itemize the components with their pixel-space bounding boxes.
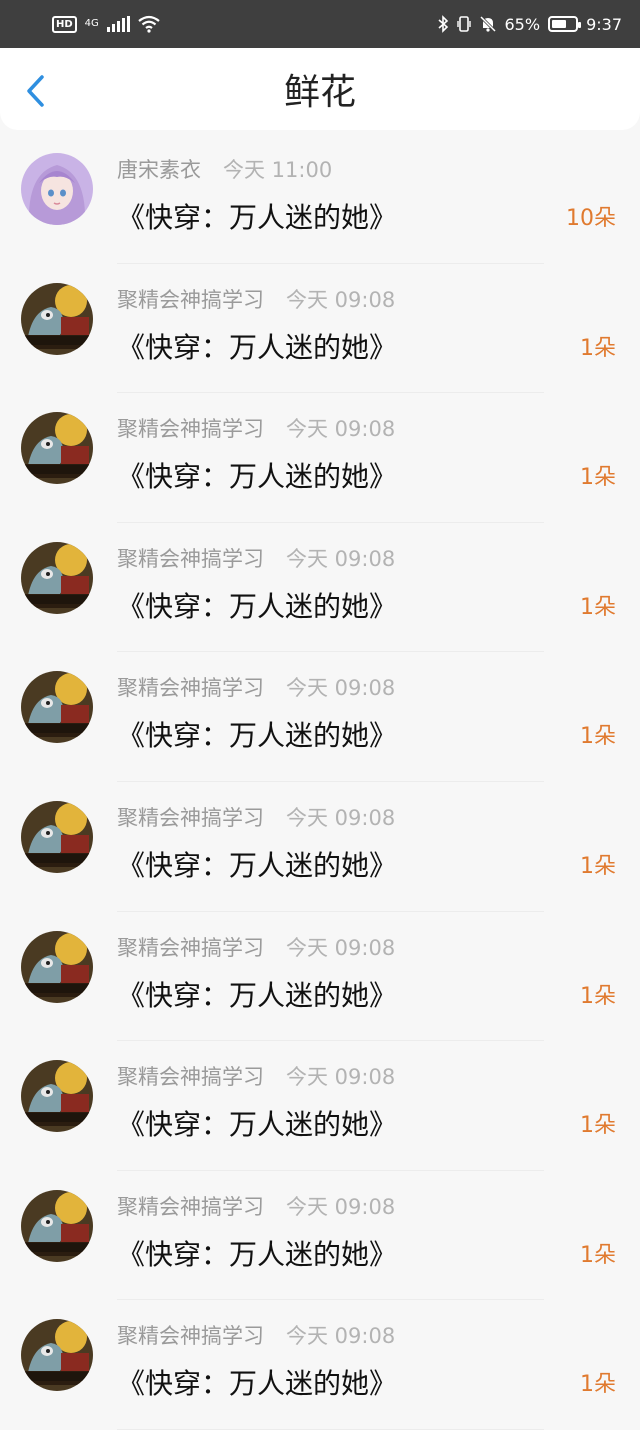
user-line: 聚精会神搞学习 今天 09:08 [117, 672, 395, 702]
clock: 9:37 [586, 14, 622, 34]
hd-badge: HD [52, 15, 77, 33]
user-line: 聚精会神搞学习 今天 09:08 [117, 413, 395, 443]
timestamp: 今天 09:08 [286, 546, 396, 571]
timestamp: 今天 09:08 [286, 287, 396, 312]
timestamp: 今天 09:08 [286, 805, 396, 830]
flower-count: 1朵 [580, 1372, 616, 1398]
timestamp: 今天 09:08 [286, 1065, 396, 1090]
list-item[interactable]: 聚精会神搞学习 今天 09:08 《快穿：万人迷的她》 1朵 [0, 911, 640, 1042]
user-line: 聚精会神搞学习 今天 09:08 [117, 1320, 395, 1350]
flower-count: 1朵 [580, 983, 616, 1009]
avatar[interactable] [21, 153, 93, 225]
timestamp: 今天 09:08 [286, 1194, 396, 1219]
chevron-left-icon [27, 75, 44, 107]
user-name: 聚精会神搞学习 [117, 417, 264, 442]
network-type: 4G [84, 18, 99, 29]
user-line: 聚精会神搞学习 今天 09:08 [117, 543, 395, 573]
list-item[interactable]: 聚精会神搞学习 今天 09:08 《快穿：万人迷的她》 1朵 [0, 522, 640, 653]
user-name: 聚精会神搞学习 [117, 287, 264, 312]
timestamp: 今天 09:08 [286, 676, 396, 701]
user-name: 聚精会神搞学习 [117, 1324, 264, 1349]
top-nav-bar: 鲜花 [0, 48, 640, 130]
list-item[interactable]: 聚精会神搞学习 今天 09:08 《快穿：万人迷的她》 1朵 [0, 652, 640, 782]
user-line: 唐宋素衣 今天 11:00 [117, 154, 332, 184]
user-name: 聚精会神搞学习 [117, 676, 264, 701]
vibrate-icon [456, 16, 471, 32]
flower-count: 1朵 [580, 1242, 616, 1268]
user-name: 聚精会神搞学习 [117, 935, 264, 960]
signal-icon [106, 16, 130, 32]
avatar[interactable] [21, 1189, 93, 1262]
flower-count: 1朵 [580, 724, 616, 750]
avatar[interactable] [21, 541, 93, 614]
flower-count: 10朵 [566, 206, 616, 231]
timestamp: 今天 09:08 [286, 417, 396, 442]
status-bar: HD 4G 65% 9:37 [0, 0, 640, 48]
avatar[interactable] [21, 1319, 93, 1392]
list-item[interactable]: 聚精会神搞学习 今天 09:08 《快穿：万人迷的她》 1朵 [0, 781, 640, 912]
user-line: 聚精会神搞学习 今天 09:08 [117, 932, 395, 962]
user-name: 聚精会神搞学习 [117, 1194, 264, 1219]
page-title: 鲜花 [283, 72, 356, 113]
book-title[interactable]: 《快穿：万人迷的她》 [117, 974, 397, 1014]
flower-count: 1朵 [580, 594, 616, 620]
user-name: 聚精会神搞学习 [117, 805, 264, 830]
network-indicator: 4G [85, 19, 99, 29]
battery-icon [548, 16, 582, 32]
book-title[interactable]: 《快穿：万人迷的她》 [117, 1362, 397, 1402]
book-title[interactable]: 《快穿：万人迷的她》 [117, 196, 397, 236]
user-line: 聚精会神搞学习 今天 09:08 [117, 1061, 395, 1091]
user-line: 聚精会神搞学习 今天 09:08 [117, 284, 395, 314]
user-line: 聚精会神搞学习 今天 09:08 [117, 1191, 395, 1221]
flower-count: 1朵 [580, 1113, 616, 1139]
book-title[interactable]: 《快穿：万人迷的她》 [117, 1233, 397, 1273]
book-title[interactable]: 《快穿：万人迷的她》 [117, 455, 397, 495]
flower-list: 唐宋素衣 今天 11:00 《快穿：万人迷的她》 10朵 聚精会神搞学习 今天 09:08… [0, 134, 640, 1430]
book-title[interactable]: 《快穿：万人迷的她》 [117, 714, 397, 754]
back-button[interactable] [20, 73, 50, 109]
book-title[interactable]: 《快穿：万人迷的她》 [117, 585, 397, 625]
avatar[interactable] [21, 671, 93, 744]
list-item[interactable]: 聚精会神搞学习 今天 09:08 《快穿：万人迷的她》 1朵 [0, 1041, 640, 1171]
user-name: 聚精会神搞学习 [117, 1065, 264, 1090]
avatar[interactable] [21, 282, 93, 355]
list-item[interactable]: 聚精会神搞学习 今天 09:08 《快穿：万人迷的她》 1朵 [0, 393, 640, 523]
battery-percent: 65% [504, 14, 541, 34]
list-item[interactable]: 聚精会神搞学习 今天 09:08 《快穿：万人迷的她》 1朵 [0, 1170, 640, 1301]
book-title[interactable]: 《快穿：万人迷的她》 [117, 326, 397, 366]
flower-count: 1朵 [580, 465, 616, 491]
list-item[interactable]: 聚精会神搞学习 今天 09:08 《快穿：万人迷的她》 1朵 [0, 1300, 640, 1430]
timestamp: 今天 11:00 [223, 158, 333, 182]
avatar[interactable] [21, 800, 93, 873]
flower-count: 1朵 [580, 853, 616, 879]
bluetooth-icon [437, 15, 448, 33]
mute-bell-icon [479, 15, 496, 33]
list-item[interactable]: 聚精会神搞学习 今天 09:08 《快穿：万人迷的她》 1朵 [0, 263, 640, 394]
avatar[interactable] [21, 930, 93, 1003]
user-name: 聚精会神搞学习 [117, 546, 264, 571]
user-name: 唐宋素衣 [117, 158, 201, 182]
status-right: 65% 9:37 [437, 14, 622, 34]
list-item[interactable]: 唐宋素衣 今天 11:00 《快穿：万人迷的她》 10朵 [0, 134, 640, 264]
user-line: 聚精会神搞学习 今天 09:08 [117, 802, 395, 832]
flower-count: 1朵 [580, 335, 616, 361]
avatar[interactable] [21, 412, 93, 485]
book-title[interactable]: 《快穿：万人迷的她》 [117, 844, 397, 884]
status-left: HD 4G [52, 15, 160, 33]
avatar[interactable] [21, 1060, 93, 1133]
timestamp: 今天 09:08 [286, 1324, 396, 1349]
timestamp: 今天 09:08 [286, 935, 396, 960]
wifi-icon [138, 15, 160, 33]
book-title[interactable]: 《快穿：万人迷的她》 [117, 1103, 397, 1143]
